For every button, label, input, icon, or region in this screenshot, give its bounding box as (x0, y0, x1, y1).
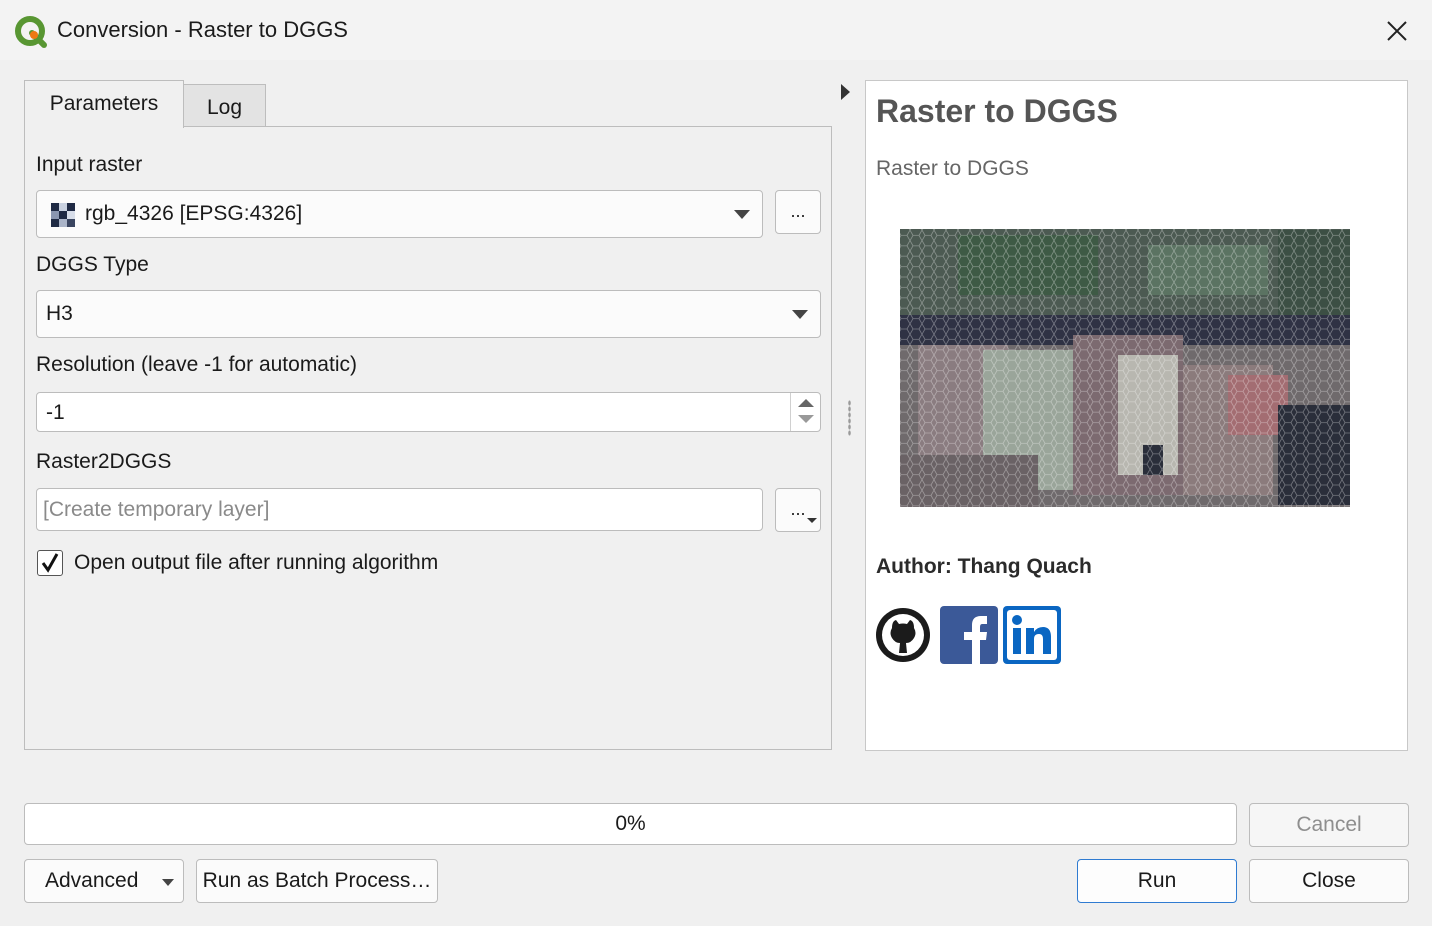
dggs-type-combo[interactable]: H3 (36, 290, 821, 338)
close-icon[interactable] (1378, 12, 1416, 50)
help-title: Raster to DGGS (876, 93, 1118, 129)
spin-down-icon[interactable] (798, 415, 814, 423)
tab-log[interactable]: Log (183, 84, 266, 126)
dggs-preview-image (900, 229, 1350, 507)
spin-up-icon[interactable] (798, 399, 814, 407)
input-raster-combo[interactable]: rgb_4326 [EPSG:4326] (36, 190, 763, 238)
resolution-value: -1 (46, 401, 65, 424)
input-raster-label: Input raster (36, 153, 143, 176)
window-title: Conversion - Raster to DGGS (57, 17, 348, 42)
linkedin-icon[interactable] (1003, 606, 1061, 664)
run-batch-button[interactable]: Run as Batch Process… (196, 859, 438, 903)
checkmark-icon (41, 553, 59, 573)
title-bar: Conversion - Raster to DGGS (0, 0, 1432, 60)
collapse-help-arrow-icon[interactable] (841, 84, 850, 100)
chevron-down-icon (792, 310, 808, 319)
facebook-icon[interactable] (940, 606, 998, 664)
open-output-label: Open output file after running algorithm (74, 551, 439, 574)
resolution-label: Resolution (leave -1 for automatic) (36, 353, 357, 376)
output-browse-button[interactable]: ... (775, 488, 821, 532)
dggs-type-label: DGGS Type (36, 253, 149, 276)
input-raster-browse-button[interactable]: ... (775, 190, 821, 234)
open-output-checkbox[interactable] (37, 550, 63, 576)
run-button[interactable]: Run (1077, 859, 1237, 903)
qgis-logo-icon (15, 16, 47, 48)
output-path-field[interactable]: [Create temporary layer] (36, 488, 763, 531)
help-description: Raster to DGGS (876, 157, 1029, 180)
close-button[interactable]: Close (1249, 859, 1409, 903)
progress-bar: 0% (24, 803, 1237, 845)
raster-layer-icon (51, 203, 75, 227)
author-text: Author: Thang Quach (876, 555, 1092, 578)
input-raster-value: rgb_4326 [EPSG:4326] (85, 202, 303, 225)
output-label: Raster2DGGS (36, 450, 172, 473)
cancel-button[interactable]: Cancel (1249, 803, 1409, 847)
tab-parameters[interactable]: Parameters (24, 80, 184, 128)
dropdown-arrow-icon (807, 518, 817, 523)
output-browse-label: ... (790, 499, 806, 519)
spin-buttons (790, 393, 820, 431)
advanced-button-label: Advanced (45, 869, 139, 892)
chevron-down-icon (734, 210, 750, 219)
splitter-handle[interactable] (848, 400, 851, 436)
github-icon[interactable] (874, 606, 932, 664)
resolution-spinbox[interactable]: -1 (36, 392, 821, 432)
advanced-button[interactable]: Advanced (24, 859, 184, 903)
chevron-down-icon (162, 879, 174, 886)
help-panel: Raster to DGGS Raster to DGGS Author: Th… (865, 80, 1408, 751)
dggs-type-value: H3 (46, 302, 73, 325)
